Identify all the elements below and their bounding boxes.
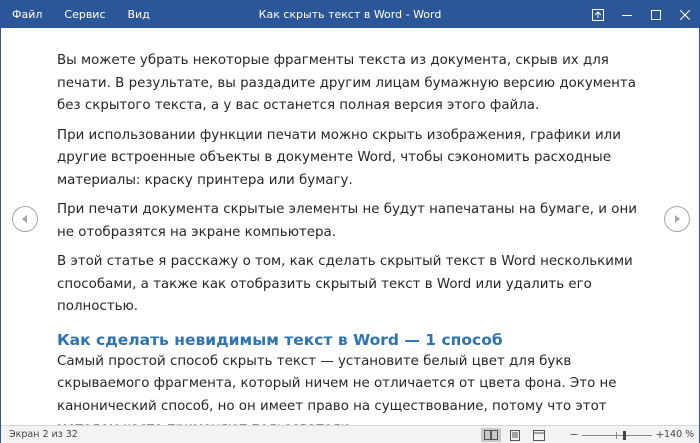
web-layout-icon (533, 429, 545, 441)
print-layout-button[interactable] (505, 428, 525, 442)
document-page: Вы можете убрать некоторые фрагменты тек… (57, 50, 647, 443)
chevron-left-icon (22, 215, 27, 223)
previous-screen-button[interactable] (12, 206, 38, 232)
read-mode-button[interactable] (481, 428, 501, 442)
web-layout-button[interactable] (529, 428, 549, 442)
chevron-right-icon (675, 215, 680, 223)
close-button[interactable] (670, 1, 699, 28)
page-indicator: Экран 2 из 32 (9, 429, 78, 440)
minimize-icon (621, 14, 632, 16)
section-heading: Как сделать невидимым текст в Word — 1 с… (57, 330, 503, 349)
read-mode-icon (484, 430, 498, 440)
status-bar: Экран 2 из 32 − + 140 % (1, 425, 699, 443)
next-screen-button[interactable] (664, 206, 690, 232)
maximize-icon (650, 9, 661, 20)
window-controls (583, 1, 699, 28)
word-read-mode-window: Файл Сервис Вид Как скрыть текст в Word … (0, 0, 700, 443)
paragraph-4: В этой статье я расскажу о том, как сдел… (57, 254, 633, 314)
title-bar: Файл Сервис Вид Как скрыть текст в Word … (1, 1, 699, 28)
paragraph-2: При использовании функции печати можно с… (57, 127, 621, 188)
ribbon-display-icon (591, 8, 604, 21)
zoom-slider-thumb[interactable] (622, 430, 626, 440)
paragraph-1: Вы можете убрать некоторые фрагменты тек… (57, 53, 636, 113)
zoom-out-button[interactable]: − (569, 426, 579, 443)
close-icon (679, 9, 690, 20)
zoom-control: − + (569, 426, 665, 443)
paragraph-3: При печати документа скрытые элементы не… (57, 202, 637, 240)
zoom-level[interactable]: 140 % (664, 426, 694, 443)
menu-view[interactable]: Вид (117, 1, 161, 28)
minimize-button[interactable] (612, 1, 641, 28)
zoom-slider[interactable] (582, 430, 652, 440)
menu-tools[interactable]: Сервис (53, 1, 116, 28)
menu-bar: Файл Сервис Вид (1, 1, 161, 28)
maximize-button[interactable] (641, 1, 670, 28)
menu-file[interactable]: Файл (1, 1, 53, 28)
ribbon-display-button[interactable] (583, 1, 612, 28)
zoom-slider-center-mark (616, 431, 617, 439)
view-switcher (481, 428, 553, 442)
print-layout-icon (510, 429, 520, 441)
